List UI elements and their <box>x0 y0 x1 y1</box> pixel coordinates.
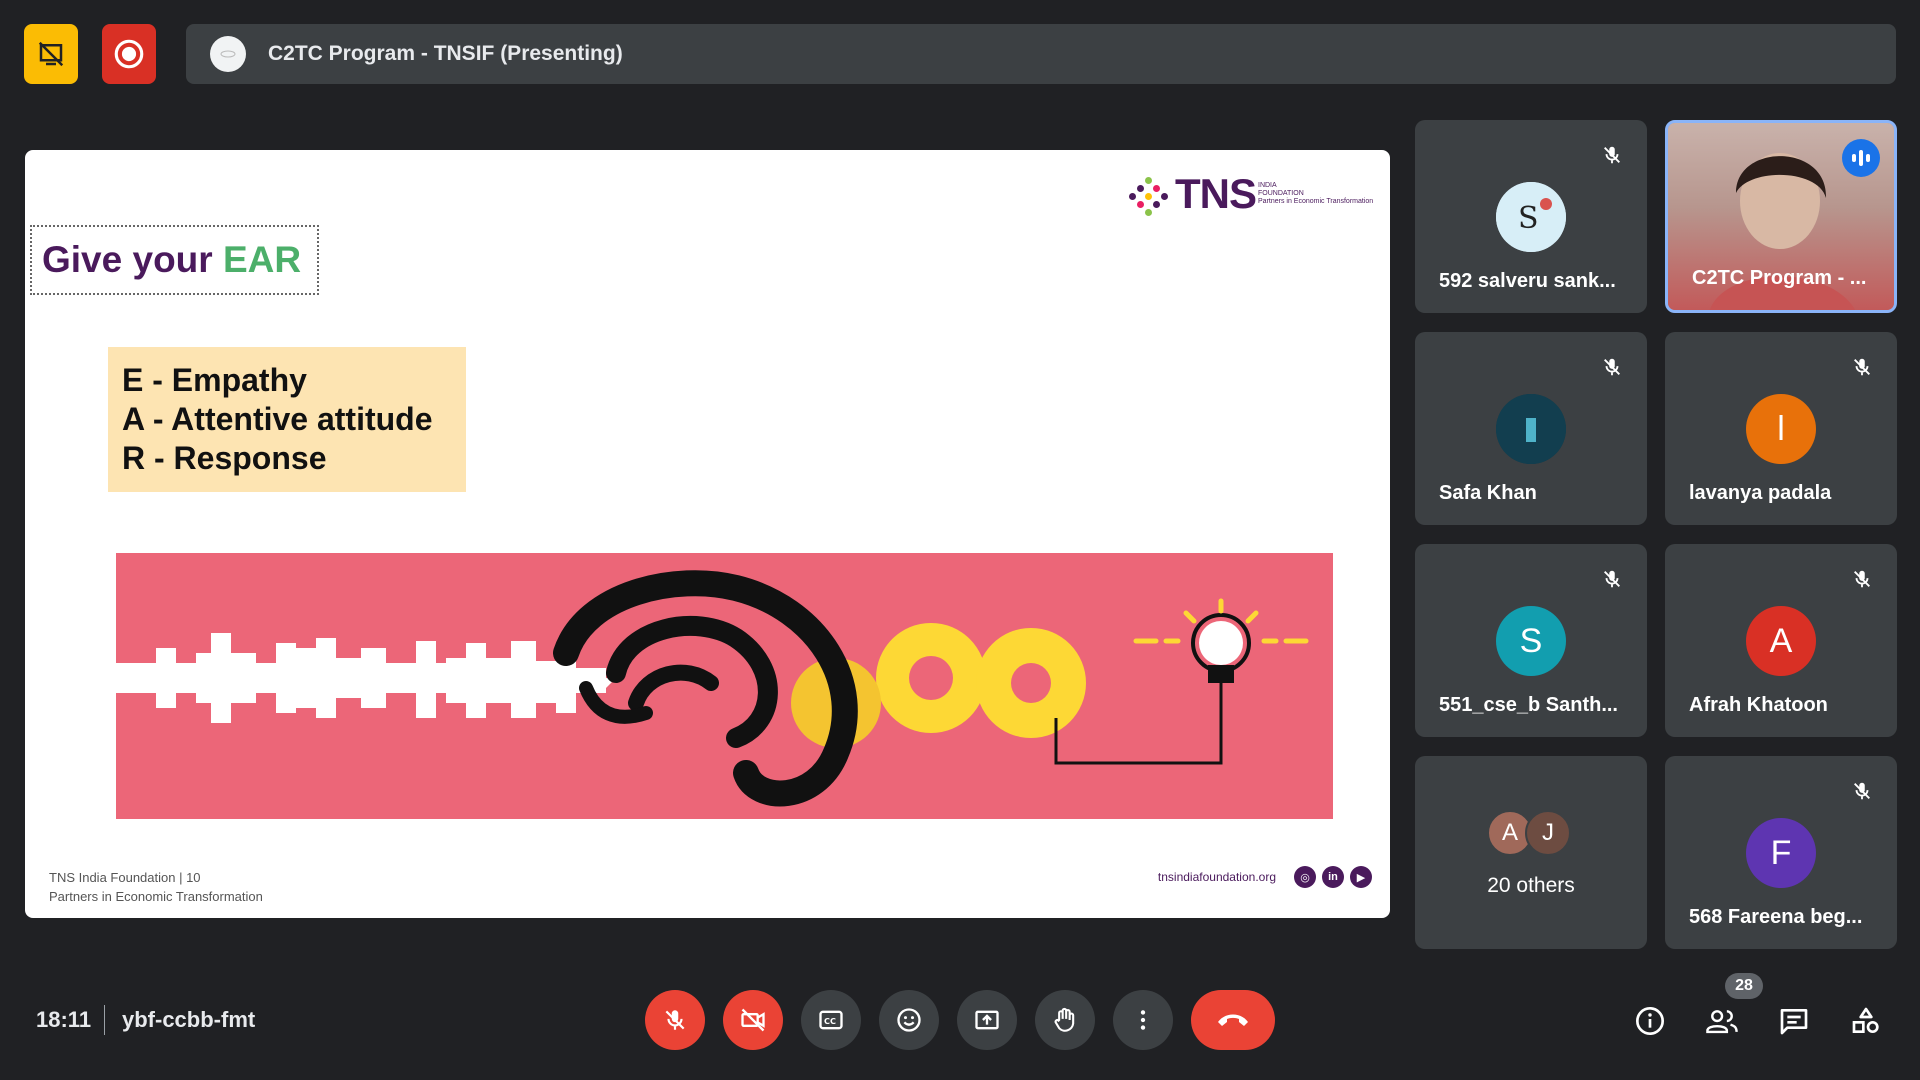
avatar: S <box>1496 182 1566 252</box>
people-count-badge: 28 <box>1725 973 1763 999</box>
presentation-toggle-button[interactable] <box>24 24 78 84</box>
participant-name: C2TC Program - ... <box>1692 267 1867 289</box>
participant-name: 592 salveru sank... <box>1439 270 1616 292</box>
sound-wave-graphic <box>116 633 616 723</box>
avatar: A <box>1746 606 1816 676</box>
emoji-icon <box>897 1008 921 1032</box>
ear-definition-box: E - Empathy A - Attentive attitude R - R… <box>108 347 466 492</box>
recording-button[interactable] <box>102 24 156 84</box>
raise-hand-button[interactable] <box>1035 990 1095 1050</box>
presentation-off-icon <box>38 41 64 67</box>
end-call-icon <box>1218 1014 1248 1026</box>
info-icon <box>1636 1007 1664 1035</box>
mic-off-icon <box>1599 142 1625 168</box>
ear-line-r: R - Response <box>122 440 327 476</box>
ear-line-a: A - Attentive attitude <box>122 401 433 437</box>
present-screen-icon <box>975 1010 999 1030</box>
mic-off-icon <box>1849 354 1875 380</box>
mic-off-icon <box>1599 354 1625 380</box>
presentation-title: C2TC Program - TNSIF (Presenting) <box>268 42 623 65</box>
ear-illustration <box>116 553 1333 819</box>
others-count-label: 20 others <box>1487 874 1575 897</box>
logo-subtitle: INDIA FOUNDATION Partners in Economic Tr… <box>1258 182 1374 205</box>
avatar: l <box>1746 394 1816 464</box>
chat-icon <box>1780 1009 1808 1035</box>
youtube-icon: ▶ <box>1350 866 1372 888</box>
others-avatars: A J <box>1487 810 1571 856</box>
participant-name: lavanya padala <box>1689 482 1832 504</box>
people-button[interactable] <box>1702 1001 1742 1041</box>
svg-text:S: S <box>1518 201 1539 236</box>
participant-tile[interactable]: S 551_cse_b Santh... <box>1415 544 1647 737</box>
participant-tile[interactable]: F 568 Fareena beg... <box>1665 756 1897 949</box>
participant-tile[interactable]: Safa Khan <box>1415 332 1647 525</box>
participant-name: Afrah Khatoon <box>1689 694 1828 716</box>
lightbulb-graphic <box>1054 598 1309 765</box>
present-screen-button[interactable] <box>957 990 1017 1050</box>
more-vert-icon <box>1140 1010 1146 1030</box>
participant-tile[interactable]: A Afrah Khatoon <box>1665 544 1897 737</box>
instagram-icon: ◎ <box>1294 866 1316 888</box>
closed-captions-icon: CC <box>819 1010 843 1030</box>
ear-line-e: E - Empathy <box>122 362 307 398</box>
divider <box>104 1005 105 1035</box>
presenting-bar[interactable]: C2TC Program - TNSIF (Presenting) <box>186 24 1896 84</box>
participant-name: Safa Khan <box>1439 482 1537 504</box>
speaking-indicator-icon <box>1842 139 1880 177</box>
presenter-avatar <box>210 36 246 72</box>
microphone-toggle-button[interactable] <box>645 990 705 1050</box>
camera-toggle-button[interactable] <box>723 990 783 1050</box>
avatar: J <box>1525 810 1571 856</box>
linkedin-icon: in <box>1322 866 1344 888</box>
activities-button[interactable] <box>1846 1001 1886 1041</box>
activities-icon <box>1852 1007 1879 1033</box>
slide-social-links: tnsindiafoundation.org ◎ in ▶ <box>1158 866 1372 888</box>
mic-off-icon <box>1599 566 1625 592</box>
chat-button[interactable] <box>1774 1001 1814 1041</box>
mic-off-icon <box>665 1010 685 1030</box>
tns-logo: TNS INDIA FOUNDATION Partners in Economi… <box>1125 170 1378 218</box>
presentation-slide: TNS INDIA FOUNDATION Partners in Economi… <box>25 150 1390 918</box>
camera-off-icon <box>741 1008 765 1032</box>
mic-off-icon <box>1849 778 1875 804</box>
participant-tile[interactable]: l lavanya padala <box>1665 332 1897 525</box>
avatar <box>1496 394 1566 464</box>
more-options-button[interactable] <box>1113 990 1173 1050</box>
avatar: S <box>1496 606 1566 676</box>
people-icon <box>1706 1010 1738 1034</box>
participant-tile-active[interactable]: C2TC Program - ... <box>1665 120 1897 313</box>
participant-name: 568 Fareena beg... <box>1689 906 1863 928</box>
participant-name: 551_cse_b Santh... <box>1439 694 1618 716</box>
participant-tile[interactable]: S 592 salveru sank... <box>1415 120 1647 313</box>
meeting-details-button[interactable] <box>1630 1001 1670 1041</box>
others-tile[interactable]: A J 20 others <box>1415 756 1647 949</box>
current-time: 18:11 <box>36 1007 92 1032</box>
slide-footer: TNS India Foundation | 10 Partners in Ec… <box>49 870 263 904</box>
slide-title: Give your EAR <box>30 225 320 295</box>
avatar: F <box>1746 818 1816 888</box>
website-url: tnsindiafoundation.org <box>1157 870 1276 884</box>
captions-button[interactable]: CC <box>801 990 861 1050</box>
record-icon <box>114 39 144 69</box>
svg-text:CC: CC <box>824 1016 836 1026</box>
reactions-button[interactable] <box>879 990 939 1050</box>
meeting-code[interactable]: ybf-ccbb-fmt <box>122 1007 255 1033</box>
hand-icon <box>1054 1007 1075 1032</box>
leave-call-button[interactable] <box>1191 990 1275 1050</box>
logo-text: TNS <box>1175 170 1257 217</box>
mic-off-icon <box>1849 566 1875 592</box>
